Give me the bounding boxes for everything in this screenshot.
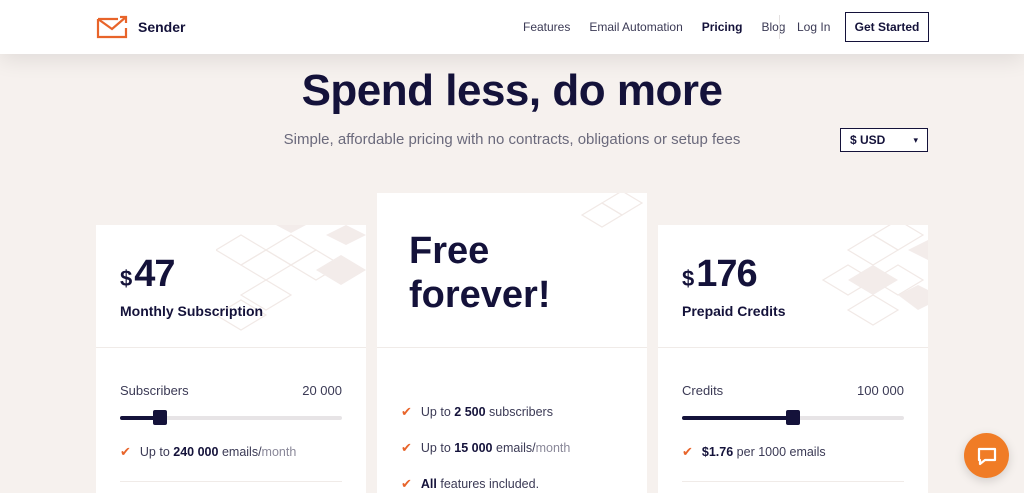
slider-header: Credits 100 000 xyxy=(682,383,904,398)
price: $ 47 xyxy=(120,253,176,296)
pricing-card-monthly: $ 47 Monthly Subscription Subscribers 20… xyxy=(96,225,366,493)
feature-item: ✔ Up to 15 000 emails/month xyxy=(401,440,571,455)
plan-name: Monthly Subscription xyxy=(120,303,264,319)
get-started-button[interactable]: Get Started xyxy=(845,12,929,42)
pricing-card-prepaid: $ 176 Prepaid Credits Credits 100 000 ✔ … xyxy=(658,225,928,493)
price-amount: 47 xyxy=(134,253,175,295)
credits-slider[interactable] xyxy=(682,410,904,425)
nav-link-blog[interactable]: Blog xyxy=(761,20,785,34)
slider-fill xyxy=(682,416,793,420)
logo[interactable]: Sender xyxy=(96,15,185,39)
top-navbar: Sender Features Email Automation Pricing… xyxy=(0,0,1024,54)
check-icon: ✔ xyxy=(401,404,412,419)
card-header: Free forever! xyxy=(377,193,647,348)
slider-handle[interactable] xyxy=(786,410,800,425)
login-link[interactable]: Log In xyxy=(797,20,830,34)
slider-label: Credits xyxy=(682,383,724,398)
feature-item: ✔ $1.76 per 1000 emails xyxy=(682,444,826,459)
subscribers-slider[interactable] xyxy=(120,410,342,425)
page-title: Spend less, do more xyxy=(301,66,723,115)
divider xyxy=(120,481,342,482)
decorative-pattern xyxy=(821,225,928,326)
chat-bubble-icon xyxy=(977,447,996,465)
slider-value: 20 000 xyxy=(302,383,342,398)
price-amount: 176 xyxy=(696,253,757,295)
currency-symbol: $ xyxy=(120,266,133,291)
chat-button[interactable] xyxy=(964,433,1009,478)
nav-divider xyxy=(779,15,780,39)
feature-item: ✔ All features included. xyxy=(401,476,540,491)
card-header: $ 47 Monthly Subscription xyxy=(96,225,366,348)
nav-link-email-automation[interactable]: Email Automation xyxy=(589,20,682,34)
nav-link-features[interactable]: Features xyxy=(523,20,570,34)
price: $ 176 xyxy=(682,253,758,296)
feature-item: ✔ Up to 2 500 subscribers xyxy=(401,404,553,419)
card-header: $ 176 Prepaid Credits xyxy=(658,225,928,348)
slider-value: 100 000 xyxy=(857,383,904,398)
logo-text: Sender xyxy=(138,19,186,35)
plan-name: Prepaid Credits xyxy=(682,303,786,319)
check-icon: ✔ xyxy=(401,440,412,455)
sender-logo-icon xyxy=(96,15,128,39)
pricing-card-free: Free forever! ✔ Up to 2 500 subscribers … xyxy=(377,193,647,493)
chevron-down-icon: ▾ xyxy=(913,134,918,145)
currency-select[interactable]: $ USD ▾ xyxy=(840,128,928,152)
plan-title: Free forever! xyxy=(409,230,551,316)
nav-links: Features Email Automation Pricing Blog xyxy=(523,0,804,54)
decorative-pattern xyxy=(580,193,644,228)
check-icon: ✔ xyxy=(120,444,131,459)
slider-handle[interactable] xyxy=(152,410,167,425)
feature-item: ✔ Up to 240 000 emails/month xyxy=(120,444,297,459)
nav-link-pricing[interactable]: Pricing xyxy=(702,20,743,34)
check-icon: ✔ xyxy=(682,444,693,459)
currency-value: $ USD xyxy=(850,133,886,147)
slider-header: Subscribers 20 000 xyxy=(120,383,342,398)
currency-symbol: $ xyxy=(682,266,695,291)
slider-label: Subscribers xyxy=(120,383,189,398)
divider xyxy=(682,481,904,482)
check-icon: ✔ xyxy=(401,476,412,491)
